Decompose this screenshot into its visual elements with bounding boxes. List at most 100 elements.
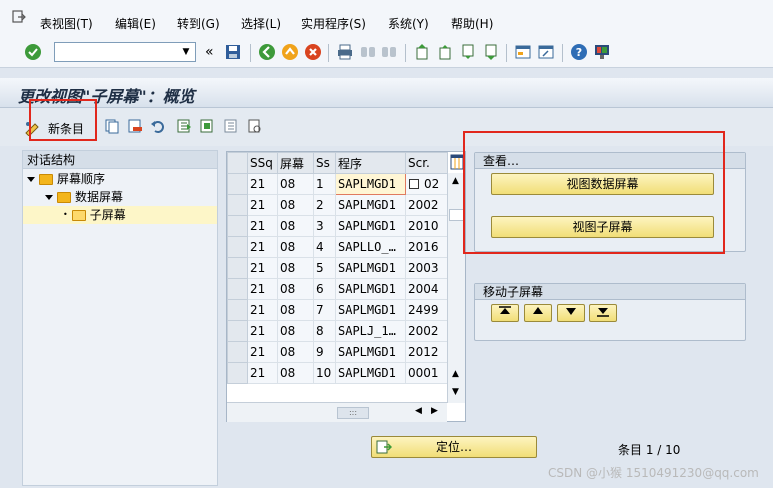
cell-ss[interactable]: 9 [313, 341, 336, 363]
cell-program[interactable]: SAPLMGD1 [335, 299, 406, 321]
cell-ssq[interactable]: 21 [247, 215, 278, 237]
cell-screen[interactable]: 08 [277, 236, 314, 258]
cell-ss[interactable]: 4 [313, 236, 336, 258]
new-session-icon[interactable] [514, 43, 532, 61]
cell-scr[interactable]: 2010 [405, 215, 448, 237]
cell-ssq[interactable]: 21 [247, 173, 278, 195]
scroll-down-icon[interactable]: ▲ [452, 369, 459, 379]
position-button[interactable]: 定位… [371, 436, 537, 458]
cell-ss[interactable]: 2 [313, 194, 336, 216]
row-selector[interactable] [227, 299, 248, 321]
select-all-icon[interactable] [176, 118, 192, 134]
menu-edit[interactable]: 编辑(E) [115, 15, 156, 32]
cell-ssq[interactable]: 21 [247, 320, 278, 342]
column-header-ssq[interactable]: SSq [247, 152, 278, 174]
cell-scr[interactable]: 2002 [405, 194, 448, 216]
cell-scr[interactable]: 2003 [405, 257, 448, 279]
column-header-program[interactable]: 程序 [335, 152, 406, 174]
move-up-button[interactable] [524, 304, 552, 322]
cell-ss[interactable]: 10 [313, 362, 336, 384]
cell-screen[interactable]: 08 [277, 278, 314, 300]
undo-change-icon[interactable] [150, 118, 166, 134]
row-selector[interactable] [227, 320, 248, 342]
cell-scr[interactable]: 0001 [405, 362, 448, 384]
cell-scr[interactable]: 02 [405, 173, 448, 195]
cell-ssq[interactable]: 21 [247, 257, 278, 279]
cell-scr[interactable]: 2016 [405, 236, 448, 258]
print-icon[interactable] [336, 43, 354, 61]
cell-program[interactable]: SAPLMGD1 [335, 194, 406, 216]
table-row[interactable]: 21 08 9 SAPLMGD1 2012 [227, 341, 448, 363]
cell-ss[interactable]: 6 [313, 278, 336, 300]
column-header-ss[interactable]: Ss [313, 152, 336, 174]
chevron-down-icon[interactable]: ▼ [179, 45, 193, 59]
row-selector[interactable] [227, 173, 248, 195]
cell-program[interactable]: SAPLMGD1 [335, 173, 406, 195]
next-page-icon[interactable] [459, 43, 477, 61]
cell-screen[interactable]: 08 [277, 257, 314, 279]
expand-icon[interactable] [27, 176, 35, 182]
command-field[interactable]: ▼ [54, 42, 196, 62]
menu-goto[interactable]: 转到(G) [177, 15, 220, 32]
cell-program[interactable]: SAPLJ_1… [335, 320, 406, 342]
tree-node-subscreens[interactable]: • 子屏幕 [23, 206, 217, 224]
cell-screen[interactable]: 08 [277, 341, 314, 363]
table-row[interactable]: 21 08 3 SAPLMGD1 2010 [227, 215, 448, 237]
cell-ssq[interactable]: 21 [247, 299, 278, 321]
cell-screen[interactable]: 08 [277, 215, 314, 237]
cell-scr[interactable]: 2012 [405, 341, 448, 363]
scroll-left-icon[interactable]: ◀ [415, 406, 422, 416]
cell-ss[interactable]: 3 [313, 215, 336, 237]
menu-help[interactable]: 帮助(H) [451, 15, 493, 32]
help-icon[interactable]: ? [570, 43, 588, 61]
previous-page-icon[interactable] [436, 43, 454, 61]
row-selector[interactable] [227, 194, 248, 216]
menu-table-view[interactable]: 表视图(T) [40, 15, 93, 32]
select-column-header[interactable] [227, 152, 248, 174]
cell-program[interactable]: SAPLMGD1 [335, 278, 406, 300]
copy-value-icon[interactable] [409, 179, 419, 189]
table-row[interactable]: 21 08 8 SAPLJ_1… 2002 [227, 320, 448, 342]
table-row[interactable]: 21 08 6 SAPLMGD1 2004 [227, 278, 448, 300]
column-header-screen[interactable]: 屏幕 [277, 152, 314, 174]
print-field-list-icon[interactable] [247, 118, 263, 134]
cell-ssq[interactable]: 21 [247, 362, 278, 384]
row-selector[interactable] [227, 278, 248, 300]
cancel-icon[interactable] [304, 43, 322, 61]
cell-screen[interactable]: 08 [277, 299, 314, 321]
cell-ssq[interactable]: 21 [247, 236, 278, 258]
horizontal-scrollbar[interactable]: ::: ◀ ▶ [227, 402, 447, 422]
row-selector[interactable] [227, 215, 248, 237]
table-row[interactable]: 21 08 4 SAPLLO_… 2016 [227, 236, 448, 258]
first-page-icon[interactable] [413, 43, 431, 61]
cell-ssq[interactable]: 21 [247, 194, 278, 216]
save-icon[interactable] [224, 43, 242, 61]
row-selector[interactable] [227, 341, 248, 363]
exit-icon[interactable] [281, 43, 299, 61]
cell-program[interactable]: SAPLMGD1 [335, 257, 406, 279]
cell-screen[interactable]: 08 [277, 320, 314, 342]
scroll-right-icon[interactable]: ▶ [431, 406, 438, 416]
cell-scr[interactable]: 2002 [405, 320, 448, 342]
scroll-thumb[interactable]: ::: [337, 407, 369, 419]
cell-scr[interactable]: 2004 [405, 278, 448, 300]
collapse-command-icon[interactable]: « [205, 44, 214, 60]
cell-program[interactable]: SAPLMGD1 [335, 341, 406, 363]
menu-select[interactable]: 选择(L) [241, 15, 281, 32]
cell-scr[interactable]: 2499 [405, 299, 448, 321]
delete-icon[interactable] [127, 118, 143, 134]
scroll-bottom-icon[interactable]: ▼ [452, 387, 459, 397]
table-row[interactable]: 21 08 10 SAPLMGD1 0001 [227, 362, 448, 384]
back-icon[interactable] [258, 43, 276, 61]
deselect-all-icon[interactable] [223, 118, 239, 134]
cell-program[interactable]: SAPLMGD1 [335, 215, 406, 237]
menu-utilities[interactable]: 实用程序(S) [301, 15, 366, 32]
row-selector[interactable] [227, 257, 248, 279]
menu-exit-icon[interactable] [12, 10, 26, 24]
table-row[interactable]: 21 08 1 SAPLMGD1 02 [227, 173, 448, 195]
table-row[interactable]: 21 08 2 SAPLMGD1 2002 [227, 194, 448, 216]
enter-check-icon[interactable] [24, 43, 42, 61]
column-header-scr[interactable]: Scr. [405, 152, 448, 174]
row-selector[interactable] [227, 362, 248, 384]
cell-program[interactable]: SAPLLO_… [335, 236, 406, 258]
